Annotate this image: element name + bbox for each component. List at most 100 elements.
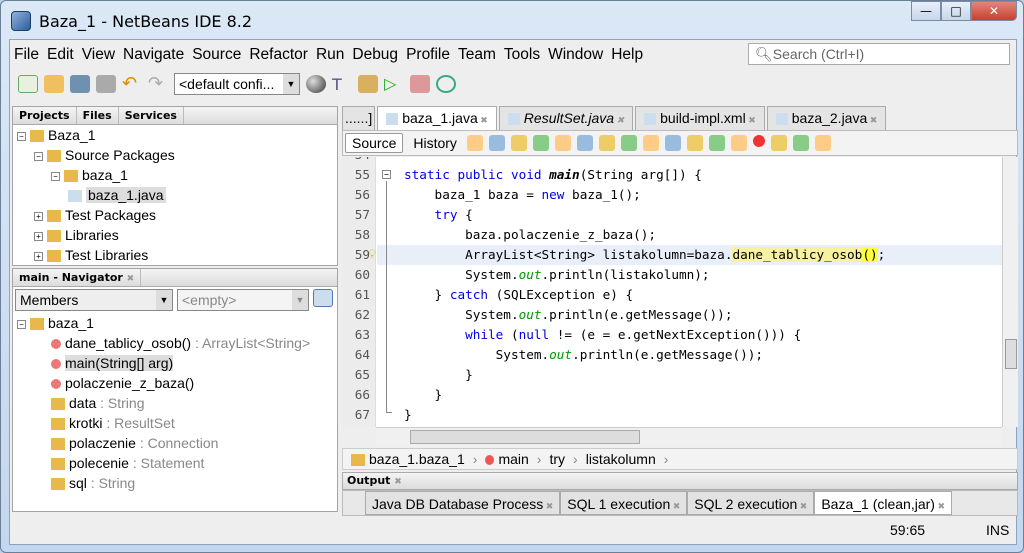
- tab-projects[interactable]: Projects: [13, 107, 77, 124]
- navigator-member[interactable]: krotki : ResultSet: [51, 413, 175, 433]
- close-icon[interactable]: ✖: [746, 115, 756, 125]
- close-icon[interactable]: ✖: [394, 477, 402, 487]
- new-file-icon[interactable]: [18, 75, 38, 93]
- empty-dropdown[interactable]: <empty> ▼: [177, 289, 309, 311]
- close-icon[interactable]: ✖: [127, 274, 135, 284]
- close-icon[interactable]: ✖: [797, 501, 808, 511]
- clean-build-icon[interactable]: [358, 75, 378, 93]
- expand-toggle-icon[interactable]: +: [34, 231, 43, 241]
- menu-source[interactable]: Source: [188, 46, 245, 64]
- navigator-member[interactable]: polecenie : Statement: [51, 453, 204, 473]
- globe-icon[interactable]: [306, 75, 326, 93]
- menu-run[interactable]: Run: [312, 46, 348, 64]
- menu-file[interactable]: File: [10, 46, 43, 64]
- output-tab[interactable]: Baza_1 (clean,jar) ✖: [814, 491, 953, 515]
- menu-team[interactable]: Team: [454, 46, 500, 64]
- tree-node[interactable]: − baza_1: [51, 165, 128, 185]
- close-icon[interactable]: ✖: [867, 115, 878, 125]
- close-icon[interactable]: ✖: [670, 501, 681, 511]
- tab-overflow[interactable]: ......]: [342, 106, 376, 130]
- menu-window[interactable]: Window: [544, 46, 607, 64]
- debug-icon[interactable]: [410, 75, 430, 93]
- breadcrumb-item[interactable]: baza_1.baza_1: [369, 451, 465, 467]
- close-button[interactable]: ✕: [971, 1, 1017, 21]
- tree-node[interactable]: + Test Libraries: [34, 245, 148, 265]
- output-tab[interactable]: Java DB Database Process ✖: [365, 491, 561, 515]
- scroll-thumb[interactable]: [1005, 339, 1017, 369]
- editor-tab[interactable]: build-impl.xml ✖: [635, 106, 765, 130]
- next-bookmark-icon[interactable]: [664, 135, 681, 151]
- expand-toggle-icon[interactable]: +: [34, 211, 43, 221]
- stop-macro-icon[interactable]: [770, 135, 787, 151]
- config-dropdown[interactable]: <default confi... ▼: [174, 73, 300, 95]
- tab-files[interactable]: Files: [77, 107, 119, 124]
- menu-tools[interactable]: Tools: [500, 46, 544, 64]
- expand-toggle-icon[interactable]: +: [34, 251, 43, 261]
- forward-icon[interactable]: [510, 135, 527, 151]
- new-project-icon[interactable]: [44, 75, 64, 93]
- run-icon[interactable]: ▷: [384, 75, 404, 93]
- menu-refactor[interactable]: Refactor: [245, 46, 312, 64]
- navigator-member[interactable]: main(String[] arg): [51, 353, 174, 373]
- navigator-root[interactable]: − baza_1: [17, 313, 94, 333]
- search-input[interactable]: 🔍︎Search (Ctrl+I): [748, 43, 1010, 65]
- find-next-icon[interactable]: [576, 135, 593, 151]
- members-filter-dropdown[interactable]: Members ▼: [15, 289, 173, 311]
- expand-toggle-icon[interactable]: −: [17, 131, 26, 141]
- code-editor[interactable]: 54 55 static public void main(String arg[]…: [342, 157, 1002, 427]
- expand-toggle-icon[interactable]: −: [17, 319, 26, 329]
- breadcrumb-item[interactable]: main: [498, 451, 528, 467]
- menu-help[interactable]: Help: [607, 46, 647, 64]
- tree-node[interactable]: − Source Packages: [34, 145, 175, 165]
- fold-toggle-icon[interactable]: −: [382, 170, 391, 179]
- output-tab[interactable]: SQL 2 execution ✖: [687, 491, 815, 515]
- expand-toggle-icon[interactable]: −: [34, 151, 43, 161]
- close-icon[interactable]: ✖: [478, 115, 488, 125]
- vertical-scrollbar[interactable]: [1002, 157, 1018, 427]
- editor-tab[interactable]: baza_1.java ✖: [377, 106, 497, 130]
- editor-tab[interactable]: baza_2.java ✖: [766, 106, 887, 130]
- back-icon[interactable]: [488, 135, 505, 151]
- build-hammer-icon[interactable]: T: [332, 75, 352, 94]
- shift-left-icon[interactable]: [708, 135, 725, 151]
- start-macro-icon[interactable]: [752, 135, 765, 147]
- menu-profile[interactable]: Profile: [402, 46, 454, 64]
- toggle-bookmark-icon[interactable]: [686, 135, 703, 151]
- tree-node[interactable]: baza_1.java: [68, 185, 166, 205]
- uncomment-icon[interactable]: [814, 135, 831, 151]
- find-prev-icon[interactable]: [554, 135, 571, 151]
- close-icon[interactable]: ✖: [543, 501, 554, 511]
- prev-bookmark-icon[interactable]: [642, 135, 659, 151]
- tab-services[interactable]: Services: [119, 107, 184, 124]
- navigator-member[interactable]: data : String: [51, 393, 145, 413]
- navigator-member[interactable]: polaczenie_z_baza(): [51, 373, 194, 393]
- navigator-member[interactable]: polaczenie : Connection: [51, 433, 218, 453]
- navigator-tab[interactable]: main - Navigator ✖: [13, 269, 142, 286]
- menu-edit[interactable]: Edit: [43, 46, 78, 64]
- minimize-button[interactable]: —: [911, 1, 941, 21]
- undo-icon[interactable]: ↶: [122, 75, 142, 93]
- close-project-icon[interactable]: [96, 75, 116, 93]
- last-edit-icon[interactable]: [466, 135, 483, 151]
- menu-view[interactable]: View: [78, 46, 119, 64]
- toggle-highlight-icon[interactable]: [598, 135, 615, 151]
- menu-debug[interactable]: Debug: [348, 46, 402, 64]
- find-icon[interactable]: [532, 135, 549, 151]
- close-icon[interactable]: ✖: [935, 501, 945, 511]
- tree-node[interactable]: + Test Packages: [34, 205, 156, 225]
- maximize-button[interactable]: □: [941, 1, 971, 21]
- breadcrumb-item[interactable]: try: [549, 451, 565, 467]
- shift-right-icon[interactable]: [730, 135, 747, 151]
- tree-node[interactable]: + Libraries: [34, 225, 119, 245]
- history-button[interactable]: History: [407, 135, 463, 151]
- rect-select-icon[interactable]: [620, 135, 637, 151]
- horizontal-scrollbar[interactable]: [376, 427, 1002, 447]
- tree-node[interactable]: − Baza_1: [17, 125, 95, 145]
- output-tab[interactable]: SQL 1 execution ✖: [560, 491, 688, 515]
- breadcrumb-item[interactable]: listakolumn: [586, 451, 656, 467]
- profile-icon[interactable]: [436, 75, 456, 93]
- comment-icon[interactable]: [792, 135, 809, 151]
- navigator-settings-icon[interactable]: [313, 289, 333, 307]
- expand-toggle-icon[interactable]: −: [51, 171, 60, 181]
- source-button[interactable]: Source: [345, 133, 404, 153]
